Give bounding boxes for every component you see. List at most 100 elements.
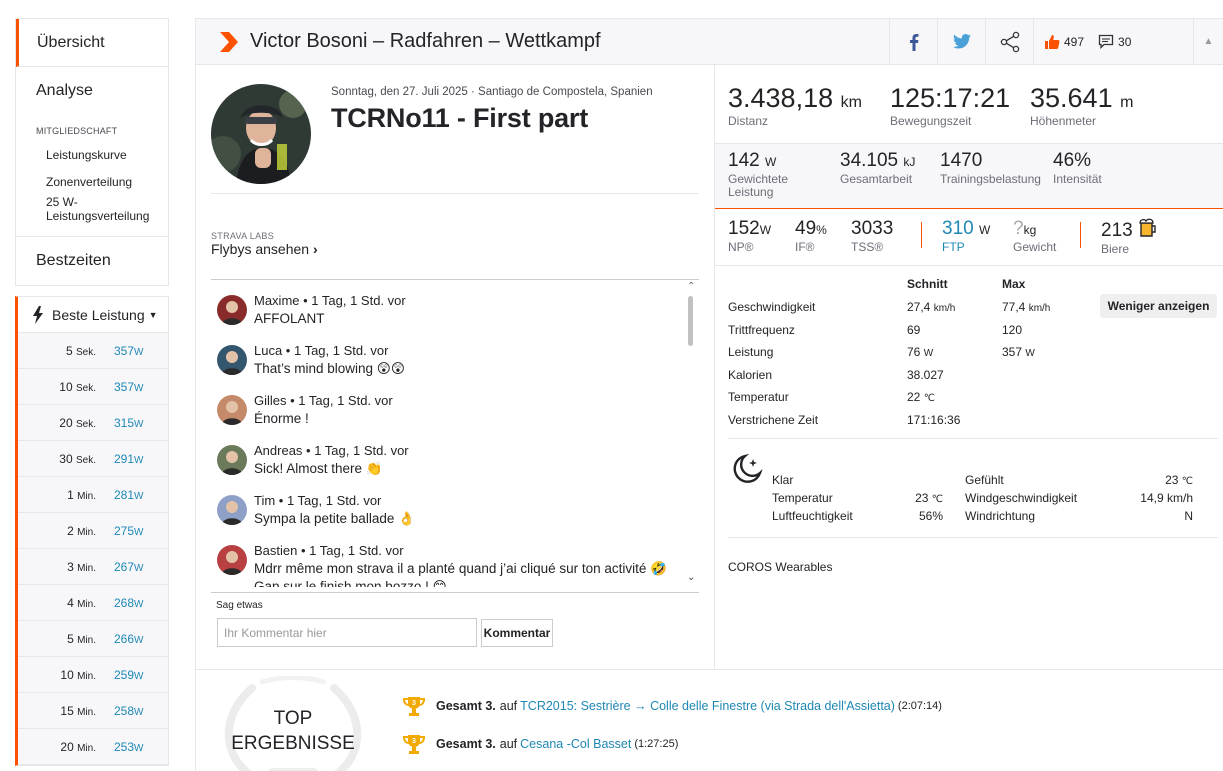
stat-tss: 3033 TSS®: [851, 218, 893, 254]
work-label: Gesamtarbeit: [840, 172, 913, 186]
best-power-dropdown[interactable]: Beste Leistung ▼: [18, 297, 168, 333]
best-power-duration: 20 Sek.: [18, 416, 100, 430]
weight-unit: kg: [1023, 223, 1037, 237]
comment-meta[interactable]: Tim • 1 Tag, 1 Std. vor: [254, 493, 381, 508]
best-power-row[interactable]: 15 Min. 258W: [18, 693, 168, 729]
sidebar-item-overview[interactable]: Übersicht: [16, 19, 168, 67]
best-power-value: 315W: [114, 416, 143, 430]
show-less-button[interactable]: Weniger anzeigen: [1100, 294, 1217, 318]
collapse-button[interactable]: ▲: [1193, 19, 1223, 64]
commenter-avatar[interactable]: [217, 545, 247, 575]
detail-row: Verstrichene Zeit 171:16:36: [728, 413, 1128, 435]
facebook-icon: [909, 33, 918, 51]
best-power-row[interactable]: 30 Sek. 291W: [18, 441, 168, 477]
sidebar-item-zone-distribution[interactable]: Zonenverteilung: [16, 175, 168, 189]
duration-unit: Min.: [77, 634, 96, 646]
comment-meta[interactable]: Bastien • 1 Tag, 1 Std. vor: [254, 543, 404, 558]
stat-weight[interactable]: ?kg Gewicht: [1013, 218, 1056, 254]
beers-label: Biere: [1101, 242, 1130, 256]
max-value: 120: [1002, 322, 1023, 337]
duration-value: 3: [67, 559, 74, 574]
tss-label: TSS®: [851, 240, 884, 254]
flyby-link[interactable]: Flybys ansehen ›: [211, 241, 318, 257]
device-name[interactable]: COROS Wearables: [728, 560, 832, 574]
power-unit: W: [134, 598, 144, 610]
best-power-value: 259W: [114, 668, 143, 682]
best-power-row[interactable]: 5 Min. 266W: [18, 621, 168, 657]
comment-meta[interactable]: Maxime • 1 Tag, 1 Std. vor: [254, 293, 406, 308]
power-value: 357: [114, 343, 135, 358]
commenter-avatar[interactable]: [217, 295, 247, 325]
ftp-unit: W: [978, 223, 991, 237]
facebook-share-button[interactable]: [889, 19, 937, 64]
best-power-value: 291W: [114, 452, 143, 466]
commenter-avatar[interactable]: [217, 445, 247, 475]
sidebar: Übersicht Analyse MITGLIEDSCHAFT Leistun…: [15, 18, 169, 771]
detail-avg: 22 ℃: [907, 390, 935, 404]
stat-ftp[interactable]: 310 W FTP: [942, 218, 990, 254]
weather-condition: Klar: [772, 473, 794, 487]
comment-meta[interactable]: Luca • 1 Tag, 1 Std. vor: [254, 343, 388, 358]
detail-avg: 171:16:36: [907, 413, 960, 427]
stat-moving-time: 125:17:21 Bewegungszeit: [890, 83, 1010, 128]
scroll-down-arrow[interactable]: ⌄: [687, 572, 695, 583]
np-label: NP®: [728, 240, 754, 254]
max-value: 357: [1002, 345, 1023, 359]
divider: [728, 537, 1218, 538]
comment-input[interactable]: [217, 618, 477, 647]
commenter-avatar[interactable]: [217, 495, 247, 525]
avg-value: 69: [907, 322, 921, 337]
duration-value: 4: [67, 595, 74, 610]
best-power-row[interactable]: 20 Sek. 315W: [18, 405, 168, 441]
achievement-rank: Gesamt 3.: [436, 699, 496, 713]
power-value: 315: [114, 415, 135, 430]
power-unit: W: [134, 706, 144, 718]
duration-unit: Sek.: [75, 418, 96, 430]
best-power-duration: 30 Sek.: [18, 452, 100, 466]
stat-weighted-power: 142 W Gewichtete Leistung: [728, 150, 808, 199]
weighted-power-unit: W: [764, 155, 777, 169]
elevation-label: Höhenmeter: [1030, 114, 1097, 128]
best-power-row[interactable]: 4 Min. 268W: [18, 585, 168, 621]
comments-list[interactable]: Maxime • 1 Tag, 1 Std. vor AFFOLANT Luca •…: [217, 291, 695, 587]
sidebar-item-power-distribution[interactable]: 25 W-Leistungsverteilung: [16, 195, 149, 223]
share-button[interactable]: [985, 19, 1033, 64]
commenter-avatar[interactable]: [217, 395, 247, 425]
kudos-comments-group[interactable]: 497 30: [1033, 19, 1193, 64]
best-power-row[interactable]: 1 Min. 281W: [18, 477, 168, 513]
power-unit: W: [134, 454, 144, 466]
top-results-section: TOP ERGEBNISSE 3 Gesamt 3. auf TCR2015: Ses…: [196, 669, 1223, 771]
work-unit: kJ: [903, 155, 916, 169]
best-power-row[interactable]: 5 Sek. 357W: [18, 333, 168, 369]
kudos-count: 497: [1064, 34, 1085, 49]
best-power-row[interactable]: 20 Min. 253W: [18, 729, 168, 765]
sidebar-item-best-efforts[interactable]: Bestzeiten: [16, 237, 168, 285]
best-power-duration: 10 Sek.: [18, 380, 100, 394]
comments-scrollbar-thumb[interactable]: [688, 296, 693, 346]
sidebar-item-power-curve[interactable]: Leistungskurve: [16, 148, 168, 162]
post-comment-button[interactable]: Kommentar: [481, 619, 553, 647]
commenter-avatar[interactable]: [217, 345, 247, 375]
work-value: 34.105: [840, 150, 899, 171]
twitter-share-button[interactable]: [937, 19, 985, 64]
segment-link[interactable]: Cesana -Col Basset: [520, 737, 631, 751]
best-power-panel: Beste Leistung ▼ 5 Sek. 357W 10 Sek. 357W 20…: [15, 296, 169, 766]
power-value: 267: [114, 559, 135, 574]
top-results-label-2: ERGEBNISSE: [231, 733, 355, 754]
scroll-up-arrow[interactable]: ⌃: [687, 281, 695, 292]
sidebar-item-analysis[interactable]: Analyse: [16, 67, 168, 115]
best-power-row[interactable]: 2 Min. 275W: [18, 513, 168, 549]
power-value: 259: [114, 667, 135, 682]
athlete-avatar[interactable]: [211, 84, 311, 184]
best-power-row[interactable]: 3 Min. 267W: [18, 549, 168, 585]
training-load-value: 1470: [940, 150, 983, 171]
sidebar-nav: Übersicht Analyse MITGLIEDSCHAFT Leistun…: [15, 18, 169, 286]
comment-meta[interactable]: Andreas • 1 Tag, 1 Std. vor: [254, 443, 409, 458]
intensity-label: Intensität: [1053, 172, 1102, 186]
best-power-row[interactable]: 10 Min. 259W: [18, 657, 168, 693]
best-power-duration: 4 Min.: [18, 596, 100, 610]
comment-meta[interactable]: Gilles • 1 Tag, 1 Std. vor: [254, 393, 393, 408]
activity-summary: Sonntag, den 27. Juli 2025 · Santiago de…: [196, 65, 715, 669]
segment-link[interactable]: TCR2015: Sestrière → Colle delle Finestr…: [520, 699, 895, 713]
best-power-row[interactable]: 10 Sek. 357W: [18, 369, 168, 405]
